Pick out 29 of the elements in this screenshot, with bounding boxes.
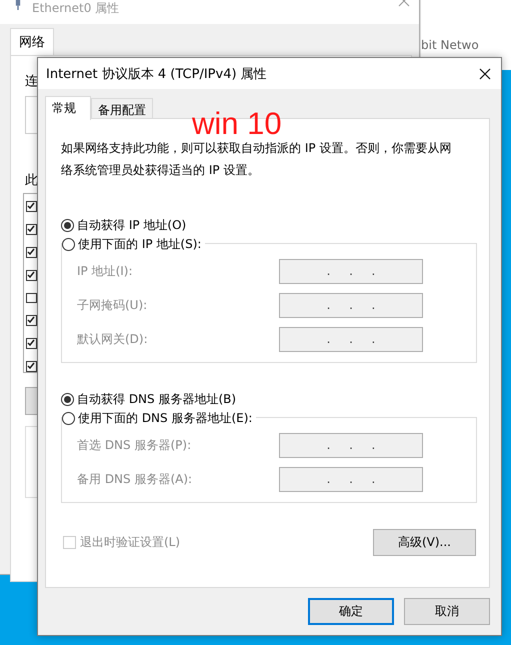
advanced-button[interactable]: 高级(V)... xyxy=(373,529,476,556)
checkbox[interactable] xyxy=(26,270,37,280)
checkbox[interactable] xyxy=(26,224,37,235)
tab[interactable]: 备用配置 xyxy=(91,98,153,118)
field-label: IP 地址(I): xyxy=(77,262,133,280)
checkbox[interactable] xyxy=(26,361,37,372)
dialog-button[interactable]: 确定 xyxy=(308,598,394,625)
field-label: 首选 DNS 服务器(P): xyxy=(77,436,192,454)
field-label: 默认网关(D): xyxy=(77,330,148,348)
annotation-text: win 10 xyxy=(192,108,282,139)
checkbox[interactable] xyxy=(26,246,37,258)
description-text: 如果网络支持此功能，则可以获取自动指派的 IP 设置。否则，你需要从网络系统管理员处获得适当的 IP 设置。 xyxy=(61,140,452,179)
dialog-button[interactable]: 取消 xyxy=(404,598,490,625)
checkbox[interactable] xyxy=(26,315,37,326)
adapter-name-text: bit Netwo xyxy=(421,38,479,52)
tab[interactable]: 常规 xyxy=(45,96,91,120)
checkbox[interactable] xyxy=(26,201,37,212)
label-text: 连 xyxy=(25,73,38,90)
label-text: 此 xyxy=(25,172,38,189)
tab[interactable]: 网络 xyxy=(10,28,54,55)
window-title: Ethernet0 属性 xyxy=(32,0,120,17)
radio-option[interactable]: 自动获得 IP 地址(O) xyxy=(61,215,475,235)
field-label: 子网掩码(U): xyxy=(77,296,148,314)
checkbox[interactable] xyxy=(26,338,37,350)
field-label: 备用 DNS 服务器(A): xyxy=(77,470,192,488)
radio-option[interactable]: 自动获得 DNS 服务器地址(B) xyxy=(61,389,475,409)
window-title: Internet 协议版本 4 (TCP/IPv4) 属性 xyxy=(46,66,267,82)
checkbox[interactable] xyxy=(26,292,37,304)
network-icon xyxy=(14,0,22,10)
